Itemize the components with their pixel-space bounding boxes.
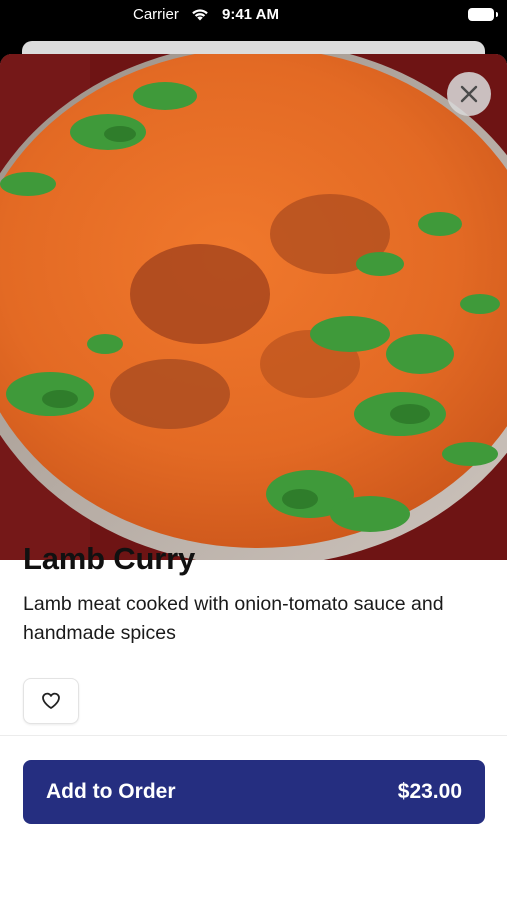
close-icon	[460, 85, 478, 103]
carrier-label: Carrier	[133, 6, 179, 23]
favorite-button[interactable]	[23, 678, 79, 724]
close-button[interactable]	[447, 72, 491, 116]
item-photo	[0, 54, 507, 560]
battery-icon	[468, 8, 498, 21]
item-description: Lamb meat cooked with onion-tomato sauce…	[23, 593, 444, 644]
wifi-icon	[190, 6, 210, 22]
heart-icon	[42, 692, 60, 709]
add-to-order-button[interactable]: Add to Order $23.00	[23, 760, 485, 824]
add-to-order-label: Add to Order	[46, 780, 176, 803]
item-title: Lamb Curry	[23, 541, 195, 576]
item-price: $23.00	[397, 780, 462, 803]
divider	[0, 735, 507, 736]
status-bar: Carrier 9:41 AM	[0, 0, 507, 30]
status-time: 9:41 AM	[222, 6, 279, 23]
